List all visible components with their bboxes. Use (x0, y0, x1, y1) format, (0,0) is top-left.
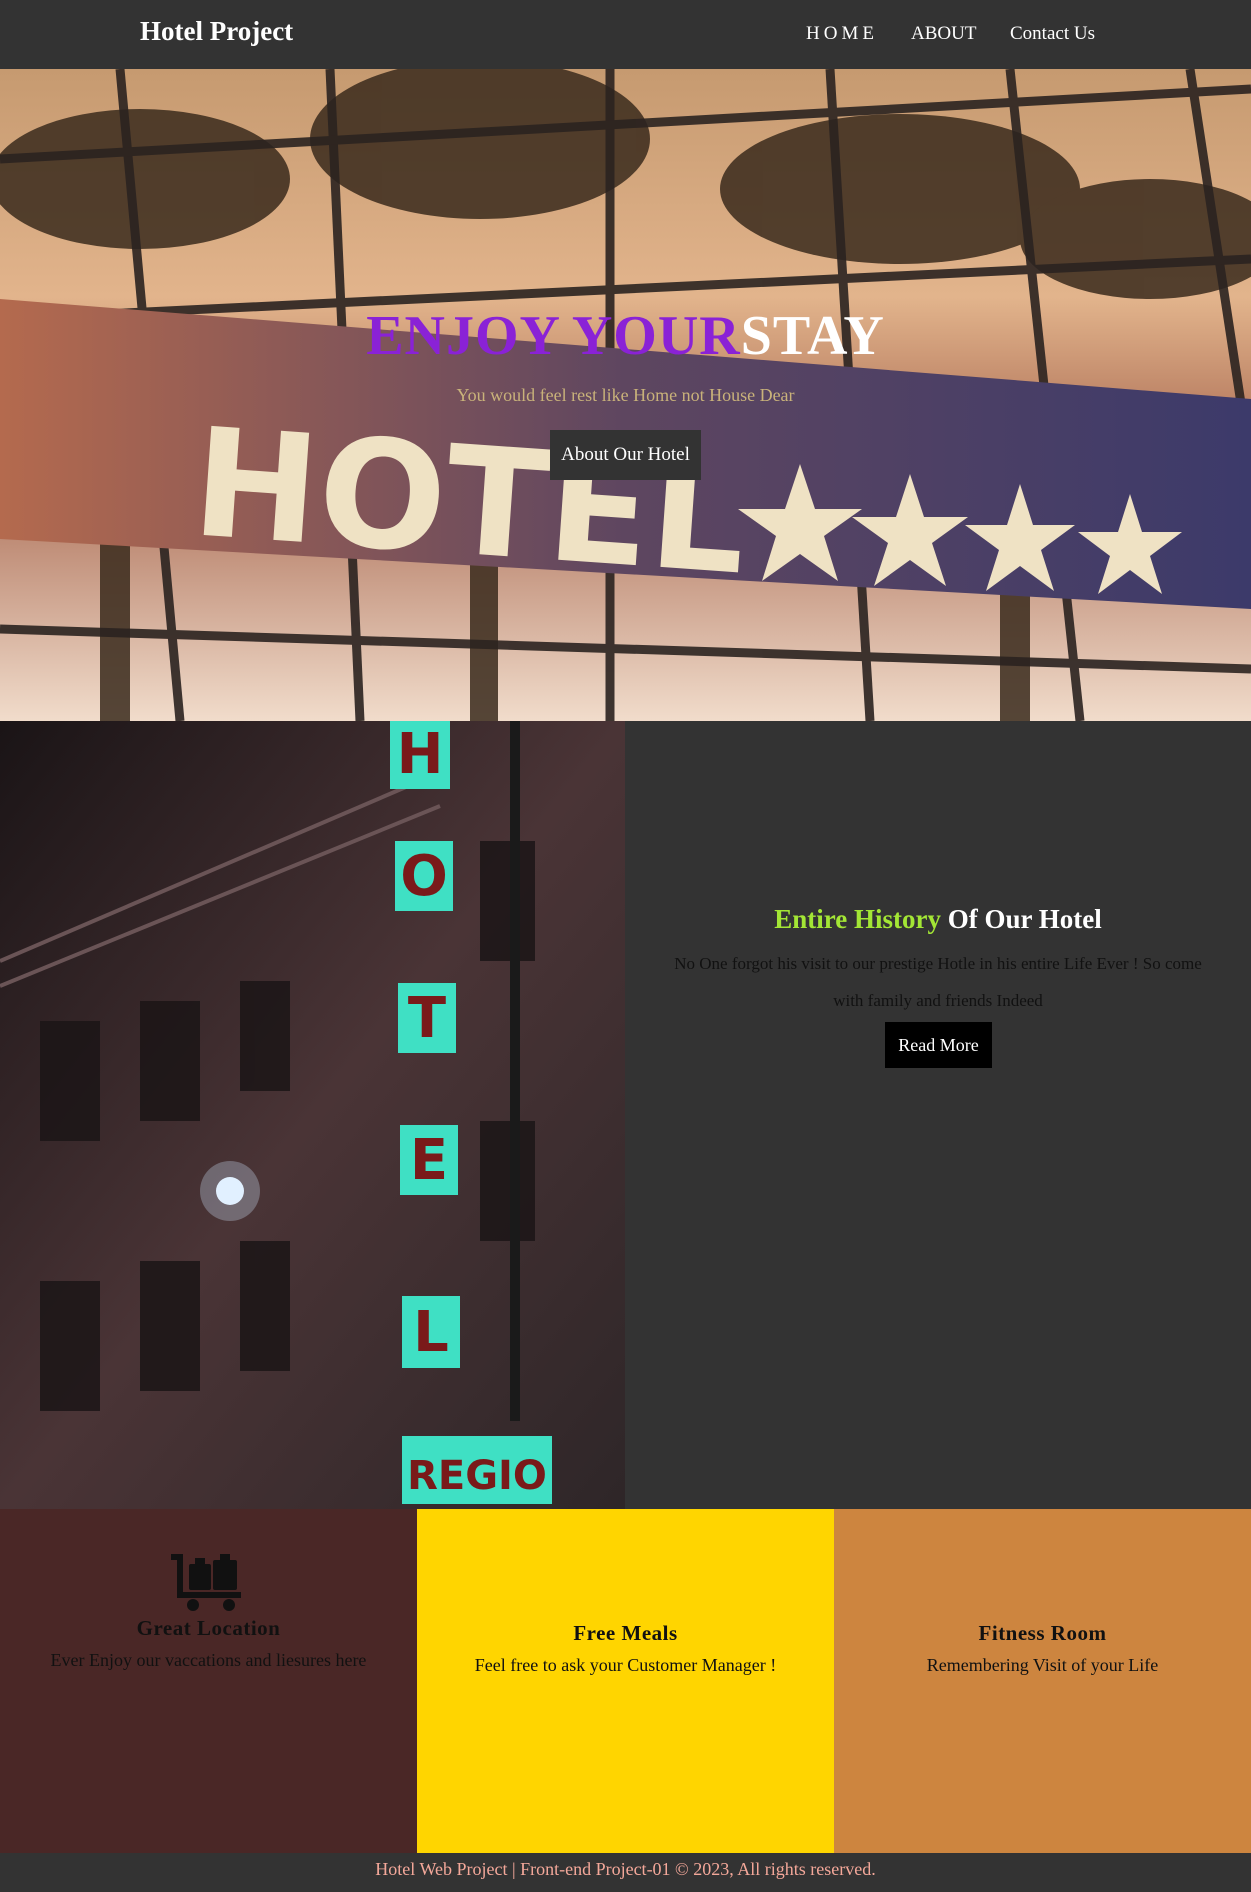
svg-text:H: H (397, 722, 444, 787)
svg-text:L: L (413, 1300, 449, 1365)
feature-card-meals: Free Meals Feel free to ask your Custome… (417, 1509, 834, 1853)
svg-text:REGIO: REGIO (407, 1453, 547, 1499)
brand-logo[interactable]: Hotel Project (140, 16, 293, 47)
hotel-sign-image: H O T E L REGIO (0, 721, 625, 1509)
history-description: No One forgot his visit to our prestige … (674, 954, 1202, 1010)
nav-link-contact[interactable]: Contact Us (1010, 23, 1095, 45)
nav-link-about[interactable]: ABOUT (911, 23, 976, 45)
history-section: H O T E L REGIO Entire History Of Our Ho… (0, 721, 1251, 1509)
feature-description: Remembering Visit of your Life (926, 1655, 1159, 1675)
read-more-button[interactable]: Read More (885, 1022, 992, 1068)
hero-subtitle: You would feel rest like Home not House … (456, 385, 795, 405)
footer: Hotel Web Project | Front-end Project-01… (0, 1853, 1251, 1892)
feature-title: Fitness Room (978, 1621, 1107, 1645)
hero-title: ENJOY YOURSTAY (0, 308, 1251, 364)
hero-title-highlight: ENJOY YOUR (366, 305, 741, 367)
nav-link-home[interactable]: HOME (806, 23, 878, 45)
history-content: Entire History Of Our Hotel No One forgo… (625, 721, 1251, 1509)
hero-title-rest: STAY (740, 305, 885, 367)
feature-description: Ever Enjoy our vaccations and liesures h… (50, 1650, 367, 1670)
feature-title: Great Location (136, 1616, 281, 1640)
navbar: Hotel Project HOME ABOUT Contact Us (0, 0, 1251, 69)
svg-text:O: O (400, 844, 448, 909)
luggage-cart-icon (171, 1554, 241, 1611)
feature-card-location: Great Location Ever Enjoy our vaccations… (0, 1509, 417, 1853)
svg-text:E: E (410, 1128, 448, 1193)
hero-section: HOTEL ENJOY YOURSTAY You would feel rest… (0, 69, 1251, 721)
features-section: Great Location Ever Enjoy our vaccations… (0, 1509, 1251, 1853)
footer-copyright: Hotel Web Project | Front-end Project-01… (375, 1859, 876, 1879)
history-title: Entire History Of Our Hotel (625, 904, 1251, 935)
svg-text:T: T (408, 986, 446, 1051)
feature-title: Free Meals (573, 1621, 678, 1645)
history-title-rest: Of Our Hotel (941, 904, 1102, 934)
feature-description: Feel free to ask your Customer Manager ! (474, 1655, 777, 1675)
history-title-highlight: Entire History (774, 904, 941, 934)
about-our-hotel-button[interactable]: About Our Hotel (550, 430, 701, 480)
feature-card-fitness: Fitness Room Remembering Visit of your L… (834, 1509, 1251, 1853)
